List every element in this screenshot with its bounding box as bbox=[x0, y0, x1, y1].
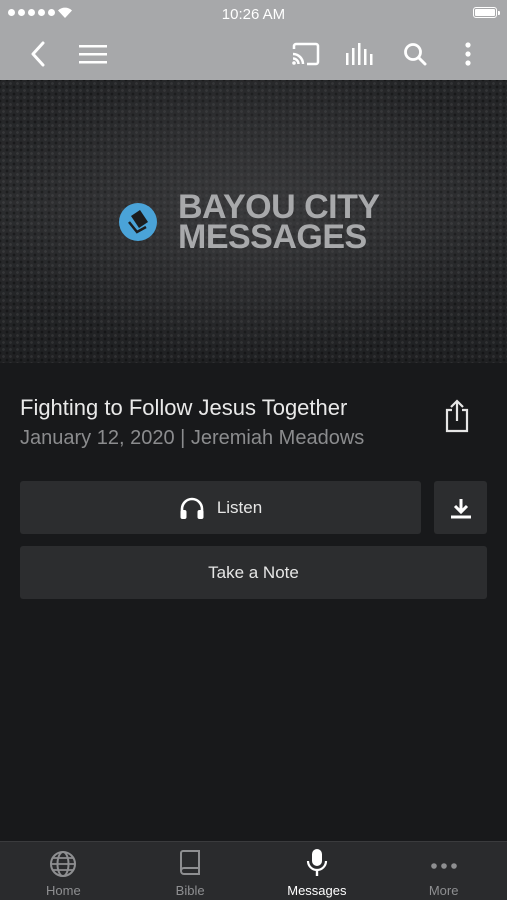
menu-button[interactable] bbox=[75, 36, 111, 72]
take-note-button[interactable]: Take a Note bbox=[20, 546, 487, 599]
tab-home[interactable]: Home bbox=[0, 842, 127, 900]
more-horizontal-icon bbox=[430, 863, 457, 869]
download-icon bbox=[450, 498, 471, 518]
logo-line-2: MESSAGES bbox=[178, 218, 367, 256]
tab-more-label: More bbox=[428, 883, 459, 898]
listen-label: Listen bbox=[216, 497, 263, 517]
download-button[interactable] bbox=[434, 481, 487, 534]
bottom-tab-bar: Home Bible Messages More bbox=[0, 841, 507, 900]
cast-icon bbox=[292, 42, 320, 66]
back-icon bbox=[31, 41, 45, 67]
share-icon bbox=[445, 399, 469, 433]
more-vertical-icon bbox=[465, 42, 471, 66]
search-icon bbox=[404, 43, 427, 66]
tab-bible[interactable]: Bible bbox=[127, 842, 254, 900]
audio-levels-button[interactable] bbox=[342, 36, 378, 72]
take-note-label: Take a Note bbox=[208, 562, 299, 582]
status-time: 10:26 AM bbox=[221, 6, 286, 23]
headphones-icon bbox=[180, 497, 204, 519]
top-navigation-bar bbox=[0, 28, 507, 80]
cast-button[interactable] bbox=[288, 36, 324, 72]
status-bar: 10:26 AM bbox=[0, 0, 507, 28]
microphone-icon bbox=[306, 849, 327, 876]
bayou-city-logo: BAYOU CITY MESSAGES bbox=[118, 190, 380, 256]
globe-icon bbox=[50, 851, 77, 877]
listen-button[interactable]: Listen bbox=[20, 481, 421, 534]
tab-bible-label: Bible bbox=[175, 883, 205, 898]
audio-levels-icon bbox=[346, 43, 373, 65]
search-button[interactable] bbox=[397, 36, 433, 72]
more-options-button[interactable] bbox=[450, 36, 486, 72]
message-title: Fighting to Follow Jesus Together bbox=[20, 395, 348, 420]
book-icon bbox=[180, 850, 201, 875]
tab-home-label: Home bbox=[46, 883, 81, 898]
message-detail: Fighting to Follow Jesus Together Januar… bbox=[0, 363, 507, 841]
tab-more[interactable]: More bbox=[380, 842, 507, 900]
message-meta: January 12, 2020 | Jeremiah Meadows bbox=[20, 427, 365, 449]
back-button[interactable] bbox=[20, 36, 56, 72]
menu-icon bbox=[79, 45, 107, 64]
tab-messages-label: Messages bbox=[287, 883, 347, 898]
bayou-city-logo-icon bbox=[119, 203, 157, 241]
tab-messages[interactable]: Messages bbox=[254, 842, 381, 900]
series-banner: BAYOU CITY MESSAGES bbox=[0, 80, 507, 363]
share-button[interactable] bbox=[440, 397, 474, 435]
battery-icon bbox=[473, 7, 500, 18]
